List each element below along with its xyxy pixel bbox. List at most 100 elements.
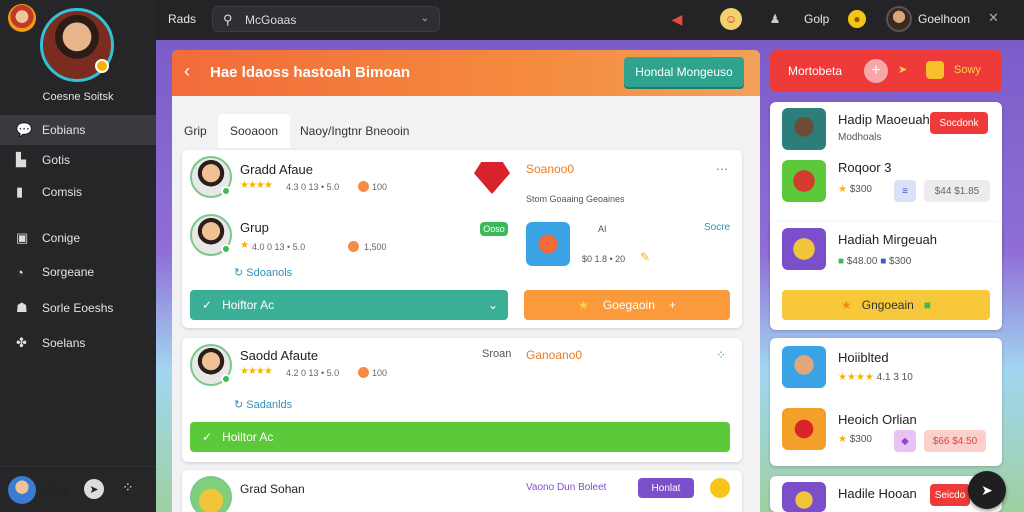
sidebar-item-sorgeane[interactable]: ◔ Sorgeane (0, 257, 156, 287)
search-input[interactable]: ⚲ McGoaas ⌄ (212, 6, 440, 32)
group-icon: ☗ (16, 300, 28, 315)
socdonk-button[interactable]: Socdonk (930, 112, 988, 134)
avatar[interactable] (190, 214, 232, 256)
store-link[interactable]: Sowy (954, 64, 981, 76)
sidebar-item-conige[interactable]: ▣ Conige (0, 223, 156, 253)
item-thumbnail[interactable] (782, 346, 826, 388)
right-panel: Mortobeta + ➤ Sowy Hadip Maoeuah Modhoal… (770, 50, 1004, 512)
card-highlight: Ganoano0 (526, 348, 583, 362)
close-icon[interactable]: ✕ (988, 10, 999, 26)
avatar[interactable] (190, 344, 232, 386)
goegaoin-button[interactable]: ★ Goegaoin + (524, 290, 730, 320)
item-link[interactable]: Socre (704, 222, 730, 233)
sidebar-item-comsis[interactable]: ▮ Comsis (0, 177, 156, 207)
item-thumbnail[interactable] (782, 160, 826, 202)
app-logo[interactable] (8, 4, 36, 32)
player-name[interactable]: Gradd Afaue (240, 162, 313, 177)
online-dot-icon (221, 186, 231, 196)
shop-item-title: Hadip Maoeuah (838, 112, 930, 127)
tab-grip[interactable]: Grip (172, 114, 219, 148)
sidebar-item-gotis[interactable]: ▙ Gotis (0, 145, 156, 175)
grid-icon[interactable]: ⁘ (122, 479, 134, 496)
card-label: Sroan (482, 348, 512, 360)
rating-stars-icon: ★ (240, 240, 249, 251)
clock-icon: ◔ (16, 264, 24, 280)
plus-icon[interactable]: + (864, 59, 888, 83)
price-tag[interactable]: $66 $4.50 (924, 430, 986, 452)
player-name[interactable]: Saodd Afaute (240, 348, 318, 363)
item-thumbnail[interactable] (526, 222, 570, 266)
player-name[interactable]: Grad Sohan (240, 482, 305, 496)
item-thumbnail[interactable] (782, 228, 826, 270)
player-count: 1,500 (364, 242, 387, 252)
pencil-icon[interactable]: ✎ (640, 250, 650, 264)
square-icon: ▣ (16, 230, 29, 245)
footer-name: Gmy (44, 483, 70, 497)
flag-icon[interactable]: ◀ (666, 8, 688, 30)
avatar[interactable] (190, 476, 232, 512)
compass-icon[interactable]: ➤ (84, 479, 104, 499)
level-badge-icon (95, 59, 109, 73)
more-options-icon[interactable]: ⁘ (716, 348, 726, 362)
item-thumbnail[interactable] (782, 108, 826, 150)
shop-item-price: ★★★★ 4.1 3 10 (838, 372, 913, 383)
profile-avatar[interactable] (40, 8, 114, 82)
chevron-down-icon[interactable]: ⌄ (421, 13, 429, 24)
right-header-label: Mortobeta (788, 64, 843, 78)
shop-item-title: Hadiah Mirgeuah (838, 232, 938, 247)
sidebar-item-label: Gotis (42, 153, 71, 167)
chart-icon: ▙ (16, 152, 26, 167)
tab-naoy-ingtnr[interactable]: Naoy/Ingtnr Bneooin (288, 114, 421, 148)
magic-icon[interactable]: ◆ (894, 430, 916, 452)
chevron-down-icon: ⌄ (487, 298, 498, 312)
people-icon[interactable]: ♟ (764, 8, 786, 30)
details-link[interactable]: ↻ Sdoanols (234, 266, 292, 279)
hoiftor-button[interactable]: ✓ Hoiftor Ac ⌄ (190, 290, 508, 320)
sidebar-item-soelans[interactable]: ✤ Soelans (0, 328, 156, 358)
check-icon: ✓ (202, 298, 213, 312)
coin-icon (348, 241, 359, 252)
hero-action-button[interactable]: Hondal Mongeuso (624, 57, 744, 87)
item-thumbnail[interactable] (782, 408, 826, 450)
seicdo-button[interactable]: Seicdo (930, 484, 970, 506)
check-icon: ✓ (202, 430, 213, 444)
more-options-icon[interactable]: ⋯ (716, 162, 728, 176)
player-count: 100 (372, 182, 388, 192)
gift-icon[interactable] (926, 61, 944, 79)
arrow-right-icon: ➤ (898, 64, 908, 76)
coin-icon: ■ (880, 256, 887, 267)
sidebar-item-label: Sorle Eoeshs (42, 301, 114, 315)
sidebar-item-sorle-eoeshs[interactable]: ☗ Sorle Eoeshs (0, 293, 156, 323)
profile-name: Coesne Soitsk (42, 91, 114, 103)
tab-sooaoon[interactable]: Sooaoon (218, 114, 291, 148)
item-thumbnail[interactable] (782, 482, 826, 512)
hoiltor-button[interactable]: ✓ Hoiltor Ac (190, 422, 730, 452)
top-bar: Rads ⚲ McGoaas ⌄ ◀ ☺ ♟ Golp ● Goelhoon ✕ (156, 0, 1024, 40)
gift-icon: ■ (923, 298, 932, 312)
shop-item-title: Heoich Orlian (838, 412, 917, 427)
list-icon[interactable]: ≡ (894, 180, 916, 202)
coin-icon[interactable] (710, 478, 730, 498)
price-tag[interactable]: $44 $1.85 (924, 180, 990, 202)
rating-stars-icon: ★★★★ (240, 180, 273, 191)
player-name[interactable]: Grup (240, 220, 269, 235)
sidebar-item-label: Conige (42, 231, 81, 245)
player-card: Grad Sohan Vaono Dun Boleet Honlat (182, 470, 742, 512)
details-link[interactable]: ↻ Sadanlds (234, 398, 292, 411)
hoiftor-button-label: Hoiftor Ac (222, 298, 275, 312)
avatar[interactable] (190, 156, 232, 198)
honlat-button[interactable]: Honlat (638, 478, 694, 498)
back-arrow-icon[interactable]: ‹ (184, 61, 190, 82)
gold-label: Golp (804, 12, 830, 26)
search-value: McGoaas (245, 13, 297, 27)
sidebar: Coesne Soitsk 💬 Eobians ▙ Gotis ▮ Comsis… (0, 0, 156, 512)
online-dot-icon (221, 244, 231, 254)
notification-icon[interactable]: ☺ (720, 8, 742, 30)
brand-label[interactable]: Rads (168, 12, 196, 26)
sidebar-item-label: Comsis (42, 185, 83, 199)
user-avatar[interactable] (886, 6, 912, 32)
gngoeain-button[interactable]: ★ Gngoeain ■ (782, 290, 990, 320)
sidebar-item-eobians[interactable]: 💬 Eobians (0, 115, 156, 145)
footer-avatar[interactable] (8, 476, 36, 504)
send-icon[interactable]: ➤ (968, 471, 1006, 509)
